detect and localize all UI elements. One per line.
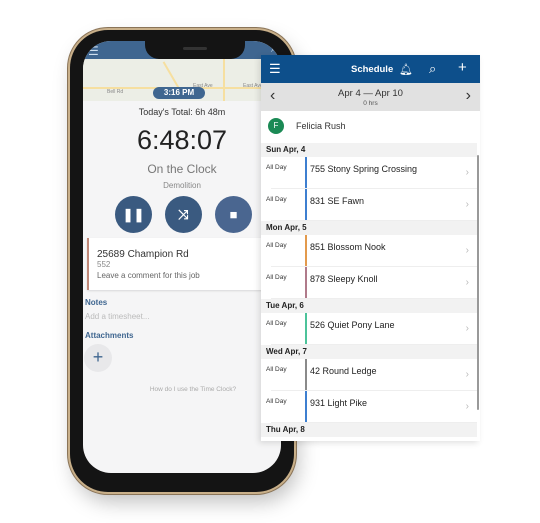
scrollbar[interactable] — [477, 155, 479, 410]
add-icon[interactable]: + — [458, 59, 467, 76]
schedule-item[interactable]: All Day 851 Blossom Nook › — [261, 235, 477, 267]
job-address: 25689 Champion Rd — [97, 249, 189, 260]
item-name: 851 Blossom Nook — [310, 242, 386, 252]
schedule-item[interactable]: All Day 878 Sleepy Knoll › — [261, 267, 477, 299]
shuffle-icon: ⤨ — [178, 207, 189, 222]
item-time: All Day — [266, 398, 287, 405]
job-color-bar — [305, 359, 307, 391]
notes-label: Notes — [85, 298, 108, 307]
chevron-right-icon: › — [465, 245, 469, 256]
job-color-bar — [305, 267, 307, 299]
chevron-right-icon: › — [465, 167, 469, 178]
chevron-right-icon: › — [465, 277, 469, 288]
job-color-bar — [305, 157, 307, 189]
day-header: Wed Apr, 7 — [261, 345, 477, 359]
clock-status: On the Clock — [147, 162, 217, 176]
schedule-title: Schedule — [351, 64, 394, 75]
current-time-pill: 3:16 PM — [153, 87, 205, 99]
speaker — [183, 47, 207, 50]
chevron-right-icon: › — [465, 369, 469, 380]
stop-button[interactable]: ■ — [215, 196, 252, 233]
date-range: Apr 4 — Apr 10 — [338, 88, 403, 99]
bell-icon[interactable]: 🔔︎ — [399, 63, 413, 76]
task-name: Demolition — [163, 181, 201, 190]
attachments-label: Attachments — [85, 331, 134, 340]
day-header: Thu Apr, 8 — [261, 423, 477, 437]
item-time: All Day — [266, 320, 287, 327]
menu-icon[interactable]: ☰ — [269, 61, 281, 77]
item-time: All Day — [266, 366, 287, 373]
schedule-item[interactable]: All Day 526 Quiet Pony Lane › — [261, 313, 477, 345]
item-name: 878 Sleepy Knoll — [310, 274, 378, 284]
job-color-bar — [305, 391, 307, 423]
item-time: All Day — [266, 196, 287, 203]
user-name: Felicia Rush — [296, 121, 346, 131]
avatar: F — [268, 118, 284, 134]
map-label: Bell Rd — [107, 89, 124, 95]
location-map[interactable]: East Ave East Ave Bell Rd 3:16 PM — [83, 59, 281, 101]
help-link[interactable]: How do I use the Time Clock? — [123, 386, 263, 393]
total-hours: 0 hrs — [363, 100, 378, 107]
time-clock-screen: ☰ ⌕ East Ave East Ave Bell Rd 3:16 PM To… — [83, 41, 281, 473]
schedule-item[interactable]: All Day 931 Light Pike › — [261, 391, 477, 423]
job-comment-link[interactable]: Leave a comment for this job — [97, 271, 200, 280]
plus-icon: + — [92, 347, 104, 367]
divider — [271, 220, 477, 221]
day-header: Mon Apr, 5 — [261, 221, 477, 235]
map-label: East Ave — [243, 83, 263, 89]
pause-icon: ❚❚ — [122, 207, 145, 222]
switch-job-button[interactable]: ⤨ — [165, 196, 202, 233]
item-name: 755 Stony Spring Crossing — [310, 164, 418, 174]
notes-input[interactable]: Add a timesheet... — [85, 312, 149, 321]
pause-button[interactable]: ❚❚ — [115, 196, 152, 233]
item-time: All Day — [266, 164, 287, 171]
day-header: Sun Apr, 4 — [261, 143, 477, 157]
date-navigator: ‹ Apr 4 — Apr 10 0 hrs › — [261, 83, 480, 111]
elapsed-timer: 6:48:07 — [136, 125, 228, 155]
user-row[interactable]: F Felicia Rush — [261, 111, 480, 141]
phone-notch — [145, 41, 245, 59]
item-time: All Day — [266, 242, 287, 249]
divider — [271, 422, 477, 423]
schedule-item[interactable]: All Day 42 Round Ledge › — [261, 359, 477, 391]
job-color-bar — [305, 189, 307, 221]
chevron-right-icon: › — [465, 401, 469, 412]
stop-icon: ■ — [229, 207, 238, 222]
job-card[interactable]: 25689 Champion Rd 552 Leave a comment fo… — [87, 238, 281, 290]
divider — [271, 298, 477, 299]
schedule-header: ☰ Schedule 🔔︎ ⌕ + — [261, 55, 480, 83]
chevron-right-icon: › — [465, 323, 469, 334]
item-name: 931 Light Pike — [310, 398, 368, 408]
divider — [271, 344, 477, 345]
todays-total: Today's Total: 6h 48m — [138, 107, 226, 117]
schedule-item[interactable]: All Day 755 Stony Spring Crossing › — [261, 157, 477, 189]
schedule-screen: ☰ Schedule 🔔︎ ⌕ + ‹ Apr 4 — Apr 10 0 hrs… — [261, 55, 480, 441]
item-name: 526 Quiet Pony Lane — [310, 320, 395, 330]
day-header: Tue Apr, 6 — [261, 299, 477, 313]
next-week-button[interactable]: › — [466, 87, 471, 105]
item-name: 42 Round Ledge — [310, 366, 377, 376]
item-name: 831 SE Fawn — [310, 196, 365, 206]
job-color-bar — [305, 313, 307, 345]
job-color-bar — [305, 235, 307, 267]
search-icon[interactable]: ⌕ — [429, 61, 436, 77]
schedule-list: Sun Apr, 4 All Day 755 Stony Spring Crossi… — [261, 143, 477, 437]
schedule-item[interactable]: All Day 831 SE Fawn › — [261, 189, 477, 221]
add-attachment-button[interactable]: + — [84, 344, 112, 372]
item-time: All Day — [266, 274, 287, 281]
chevron-right-icon: › — [465, 199, 469, 210]
menu-icon[interactable]: ☰ — [88, 44, 99, 58]
job-number: 552 — [97, 260, 111, 269]
